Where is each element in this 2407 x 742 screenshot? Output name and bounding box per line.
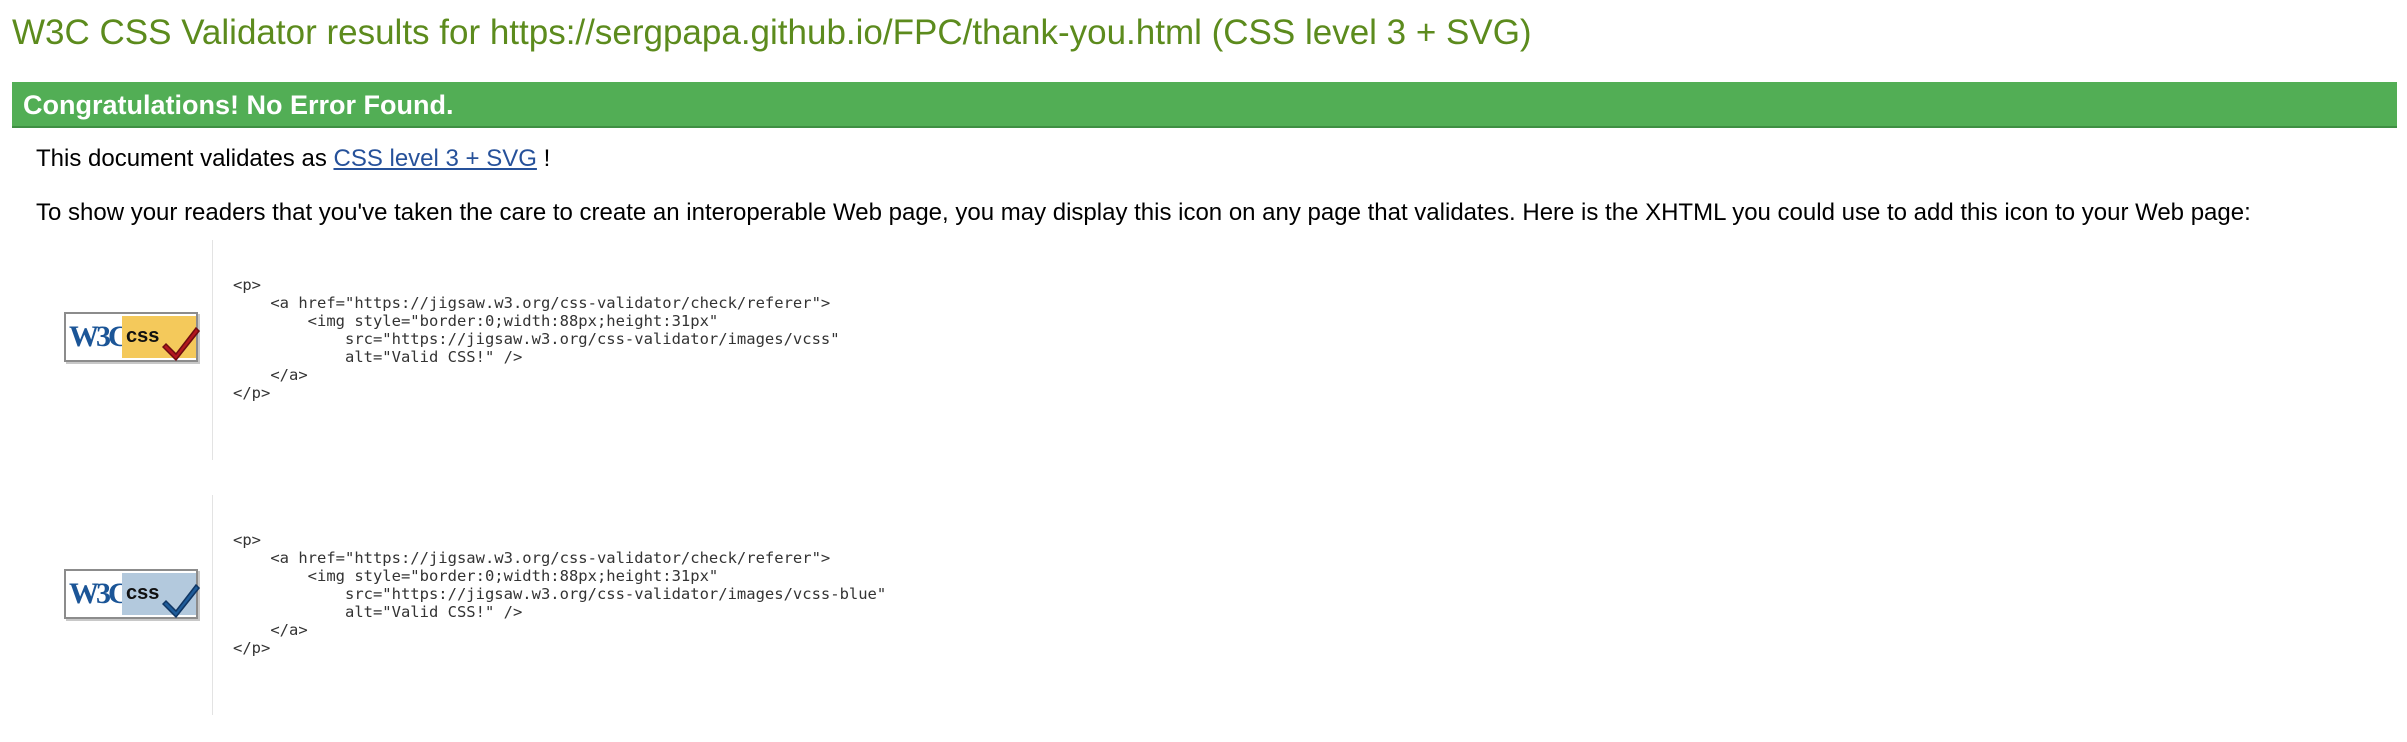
code-snippet: <p> <a href="https://jigsaw.w3.org/css-v… <box>233 531 887 657</box>
badge-cell: W3C css <box>64 569 200 619</box>
badge-instructions: To show your readers that you've taken t… <box>36 199 2251 226</box>
css-label: css <box>126 325 160 347</box>
checkmark-red-icon <box>162 326 200 362</box>
congratulations-banner: Congratulations! No Error Found. <box>12 82 2397 128</box>
w3c-logo-text: W3C <box>69 577 130 610</box>
css-profile-link[interactable]: CSS level 3 + SVG <box>333 145 536 172</box>
css-label-block: css <box>122 316 200 362</box>
w3c-css-valid-blue-icon: W3C css <box>64 569 200 619</box>
validation-statement: This document validates as CSS level 3 +… <box>36 143 550 175</box>
w3c-logo-text: W3C <box>69 320 130 353</box>
w3c-css-valid-gold-icon: W3C css <box>64 312 200 362</box>
validation-suffix: ! <box>536 145 551 172</box>
badge-cell: W3C css <box>64 312 200 362</box>
congratulations-text: Congratulations! No Error Found. <box>23 90 454 120</box>
validation-prefix: This document validates as <box>36 145 327 172</box>
badge-row-blue: W3C css <p> <a href="https://jigsaw.w3.o… <box>0 495 2407 715</box>
validator-results-page: W3C CSS Validator results for https://se… <box>0 0 2407 742</box>
page-title: W3C CSS Validator results for https://se… <box>12 13 1532 52</box>
checkmark-blue-icon <box>162 583 200 619</box>
code-snippet: <p> <a href="https://jigsaw.w3.org/css-v… <box>233 276 840 402</box>
code-snippet-panel: <p> <a href="https://jigsaw.w3.org/css-v… <box>212 495 1113 715</box>
css-label: css <box>126 582 160 604</box>
badge-row-gold: W3C css <p> <a href="https://jigsaw.w3.o… <box>0 240 2407 460</box>
code-snippet-panel: <p> <a href="https://jigsaw.w3.org/css-v… <box>212 240 1113 460</box>
css-label-block: css <box>122 573 200 619</box>
